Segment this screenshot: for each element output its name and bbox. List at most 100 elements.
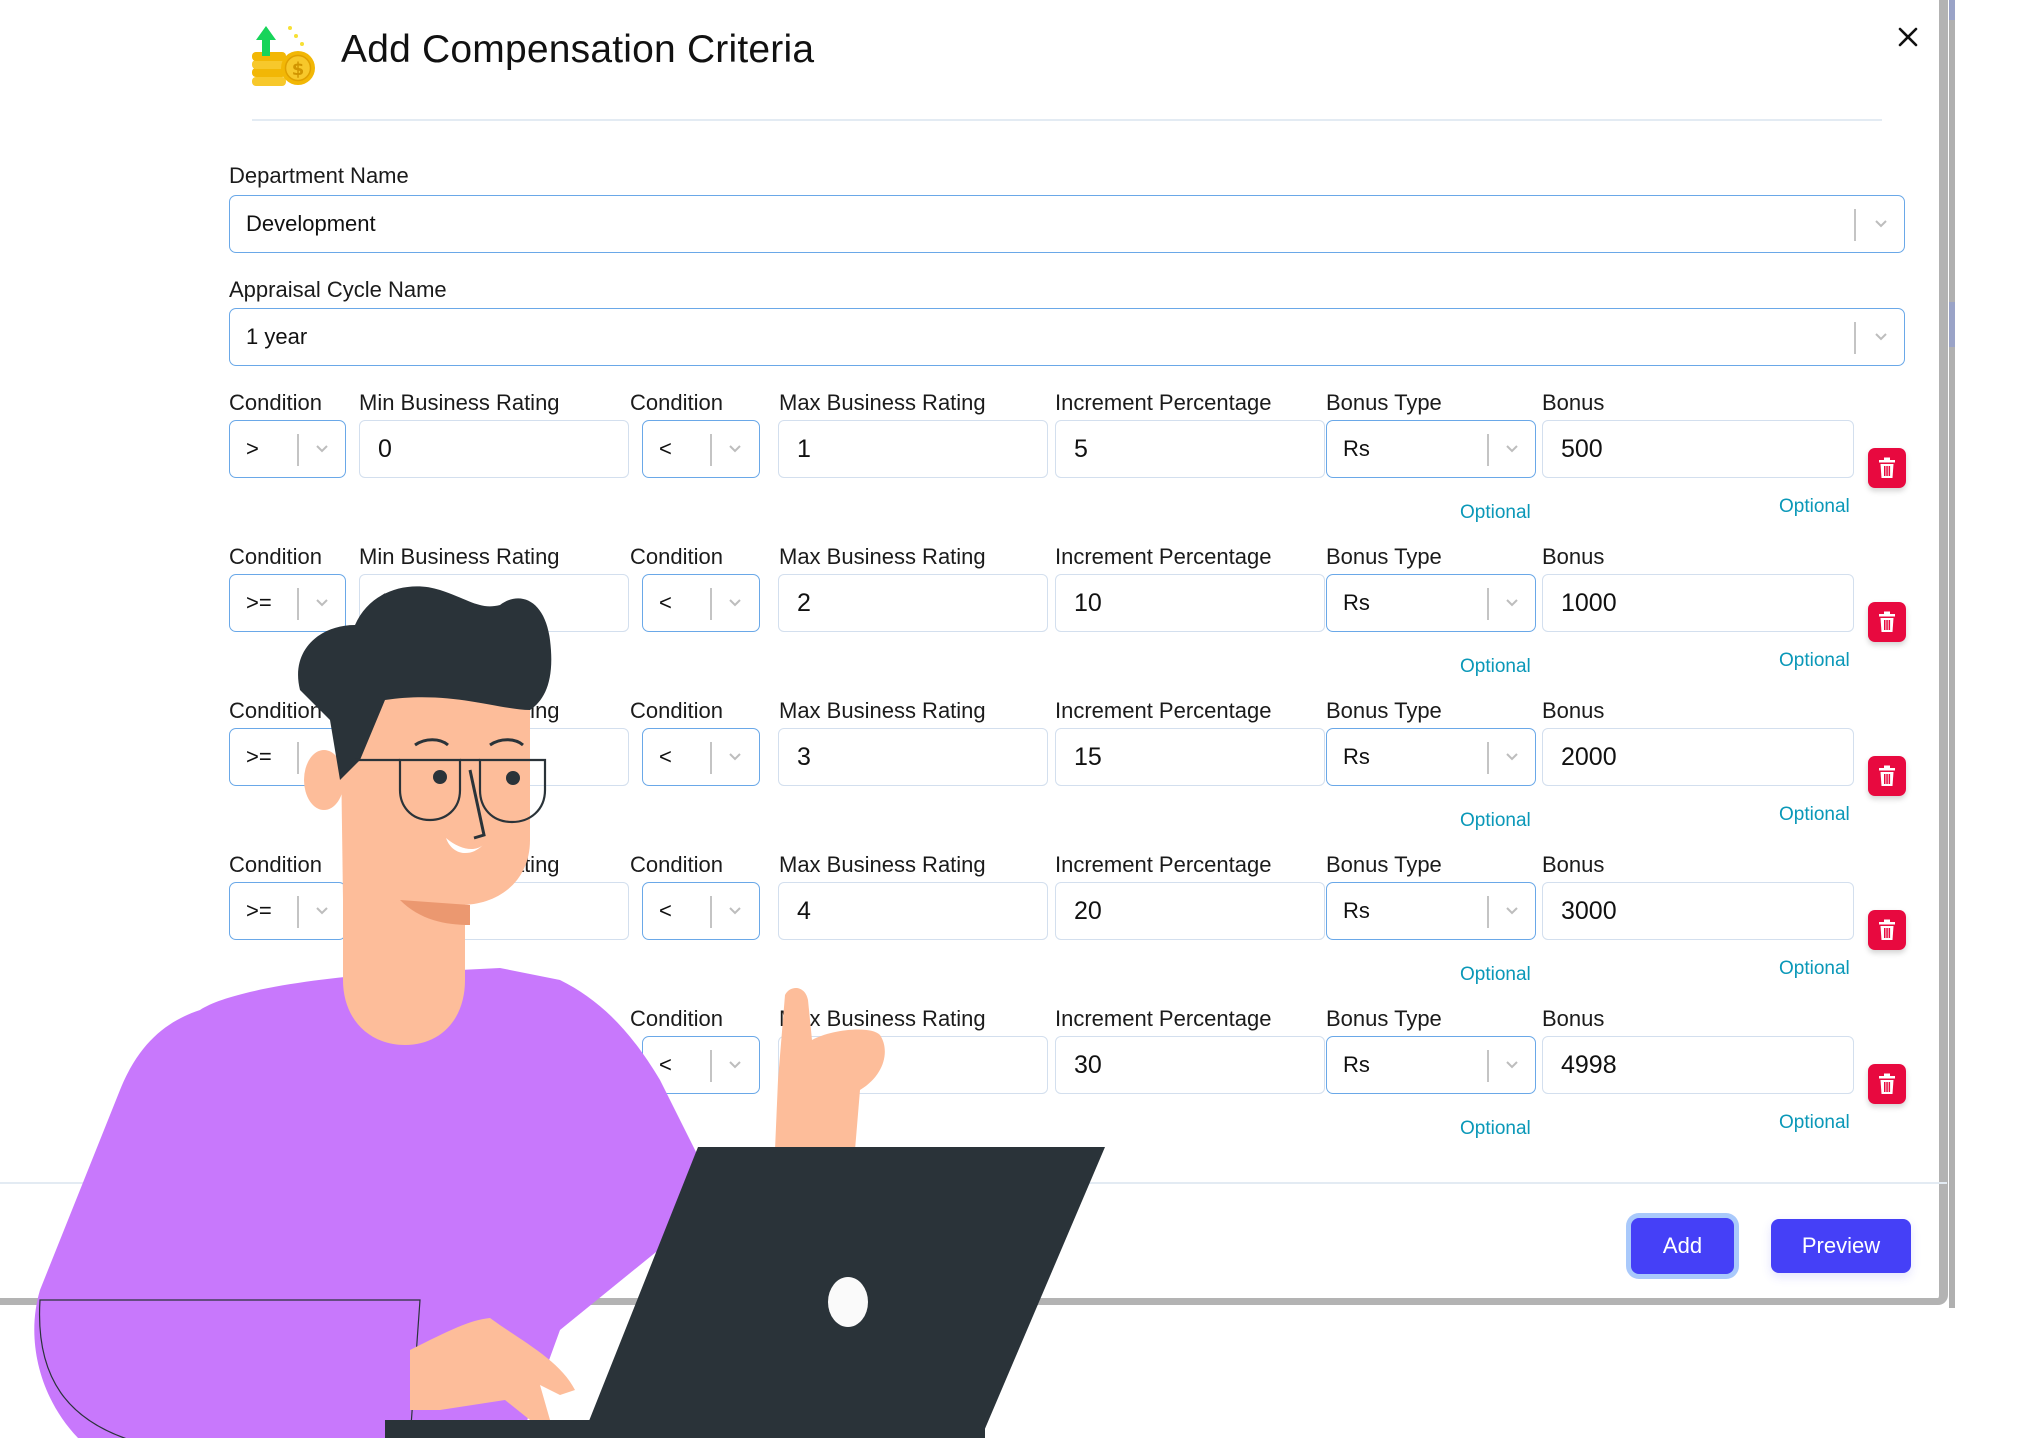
max-condition-label: Condition <box>630 544 723 569</box>
max-rating-input[interactable]: 4 <box>778 882 1048 940</box>
chevron-down-icon <box>316 599 328 607</box>
chevron-down-icon <box>1875 220 1887 228</box>
bonus-input[interactable]: 4998 <box>1542 1036 1854 1094</box>
min-rating-input[interactable] <box>359 728 629 786</box>
min-condition-value: >= <box>246 898 272 923</box>
max-condition-value: < <box>659 436 672 461</box>
max-rating-label: Max Business Rating <box>779 1006 986 1031</box>
increment-percentage-input[interactable]: 5 <box>1055 420 1325 478</box>
bonus-label: Bonus <box>1542 544 1605 569</box>
min-condition-value: >= <box>246 744 272 769</box>
bonus-type-label: Bonus Type <box>1326 390 1442 415</box>
increment-label: Increment Percentage <box>1055 1006 1272 1031</box>
header-divider <box>252 119 1882 121</box>
min-rating-input[interactable] <box>359 1036 629 1094</box>
chevron-down-icon <box>316 907 328 915</box>
bonus-input[interactable]: 1000 <box>1542 574 1854 632</box>
increment-percentage-input[interactable]: 10 <box>1055 574 1325 632</box>
trash-icon <box>1879 457 1895 478</box>
max-rating-input[interactable]: 1 <box>778 420 1048 478</box>
bonus-type-value: Rs <box>1343 898 1370 923</box>
chevron-down-icon <box>1506 599 1518 607</box>
laptop-base <box>385 1420 985 1438</box>
max-condition-value: < <box>659 590 672 615</box>
bonus-input[interactable]: 500 <box>1542 420 1854 478</box>
bonus-label: Bonus <box>1542 852 1605 877</box>
max-condition-select[interactable]: < <box>642 728 760 786</box>
max-condition-label: Condition <box>630 1006 723 1031</box>
bonus-type-select[interactable]: Rs <box>1326 574 1536 632</box>
appraisal-cycle-label: Appraisal Cycle Name <box>229 277 447 302</box>
max-rating-input[interactable]: 2 <box>778 574 1048 632</box>
min-rating-input[interactable]: 0 <box>359 420 629 478</box>
bonus-type-value: Rs <box>1343 436 1370 461</box>
max-condition-select[interactable]: < <box>642 882 760 940</box>
bonus-type-select[interactable]: Rs <box>1326 882 1536 940</box>
bonus-type-select[interactable]: Rs <box>1326 728 1536 786</box>
max-rating-label: Max Business Rating <box>779 698 986 723</box>
bonus-input[interactable]: 3000 <box>1542 882 1854 940</box>
bonus-type-select[interactable]: Rs <box>1326 1036 1536 1094</box>
chevron-down-icon <box>316 1061 328 1069</box>
scrollbar-thumb[interactable] <box>1949 0 1955 20</box>
trash-icon <box>1879 765 1895 786</box>
min-rating-input[interactable] <box>359 882 629 940</box>
min-condition-select[interactable]: > <box>229 420 346 478</box>
dialog-title: Add Compensation Criteria <box>341 28 815 71</box>
svg-text:$: $ <box>292 59 305 80</box>
close-icon[interactable] <box>1893 22 1923 52</box>
preview-button[interactable]: Preview <box>1771 1219 1911 1273</box>
bonus-type-value: Rs <box>1343 744 1370 769</box>
max-rating-label: Max Business Rating <box>779 544 986 569</box>
bonus-type-select[interactable]: Rs <box>1326 420 1536 478</box>
select-separator <box>1854 209 1856 241</box>
typing-hand <box>410 1318 575 1420</box>
scrollbar[interactable] <box>1949 0 1955 1308</box>
increment-label: Increment Percentage <box>1055 852 1272 877</box>
min-condition-select[interactable]: >= <box>229 882 346 940</box>
min-condition-select[interactable]: >= <box>229 574 346 632</box>
delete-row-button[interactable] <box>1868 602 1906 642</box>
scrollbar-thumb-secondary[interactable] <box>1949 302 1955 347</box>
bonus-type-optional-hint: Optional <box>1460 656 1531 677</box>
max-rating-input[interactable] <box>778 1036 1048 1094</box>
bonus-optional-hint: Optional <box>1779 1112 1850 1133</box>
bonus-label: Bonus <box>1542 698 1605 723</box>
bonus-optional-hint: Optional <box>1779 496 1850 517</box>
footer-divider <box>0 1182 1947 1184</box>
max-condition-select[interactable]: < <box>642 574 760 632</box>
increment-percentage-input[interactable]: 30 <box>1055 1036 1325 1094</box>
appraisal-cycle-select[interactable]: 1 year <box>229 308 1905 366</box>
min-condition-select[interactable] <box>229 1036 346 1094</box>
chevron-down-icon <box>729 445 741 453</box>
max-condition-select[interactable]: < <box>642 420 760 478</box>
chevron-down-icon <box>729 1061 741 1069</box>
delete-row-button[interactable] <box>1868 756 1906 796</box>
max-rating-label: Max Business Rating <box>779 852 986 877</box>
max-rating-input[interactable]: 3 <box>778 728 1048 786</box>
bonus-label: Bonus <box>1542 1006 1605 1031</box>
add-button[interactable]: Add <box>1631 1218 1734 1274</box>
delete-row-button[interactable] <box>1868 448 1906 488</box>
delete-row-button[interactable] <box>1868 1064 1906 1104</box>
bonus-label: Bonus <box>1542 390 1605 415</box>
bonus-optional-hint: Optional <box>1779 804 1850 825</box>
increment-percentage-input[interactable]: 20 <box>1055 882 1325 940</box>
min-condition-label: Condition <box>229 852 322 877</box>
trash-icon <box>1879 919 1895 940</box>
department-select[interactable]: Development <box>229 195 1905 253</box>
bonus-type-value: Rs <box>1343 590 1370 615</box>
chevron-down-icon <box>1506 753 1518 761</box>
max-condition-select[interactable]: < <box>642 1036 760 1094</box>
delete-row-button[interactable] <box>1868 910 1906 950</box>
bonus-input[interactable]: 2000 <box>1542 728 1854 786</box>
min-rating-label: Min Business Rating <box>359 852 560 877</box>
chevron-down-icon <box>1506 907 1518 915</box>
min-rating-input[interactable]: 1 <box>359 574 629 632</box>
department-value: Development <box>246 211 376 236</box>
min-condition-select[interactable]: >= <box>229 728 346 786</box>
max-rating-label: Max Business Rating <box>779 390 986 415</box>
increment-percentage-input[interactable]: 15 <box>1055 728 1325 786</box>
min-rating-label: Min Business Rating <box>359 1006 560 1031</box>
increment-label: Increment Percentage <box>1055 544 1272 569</box>
